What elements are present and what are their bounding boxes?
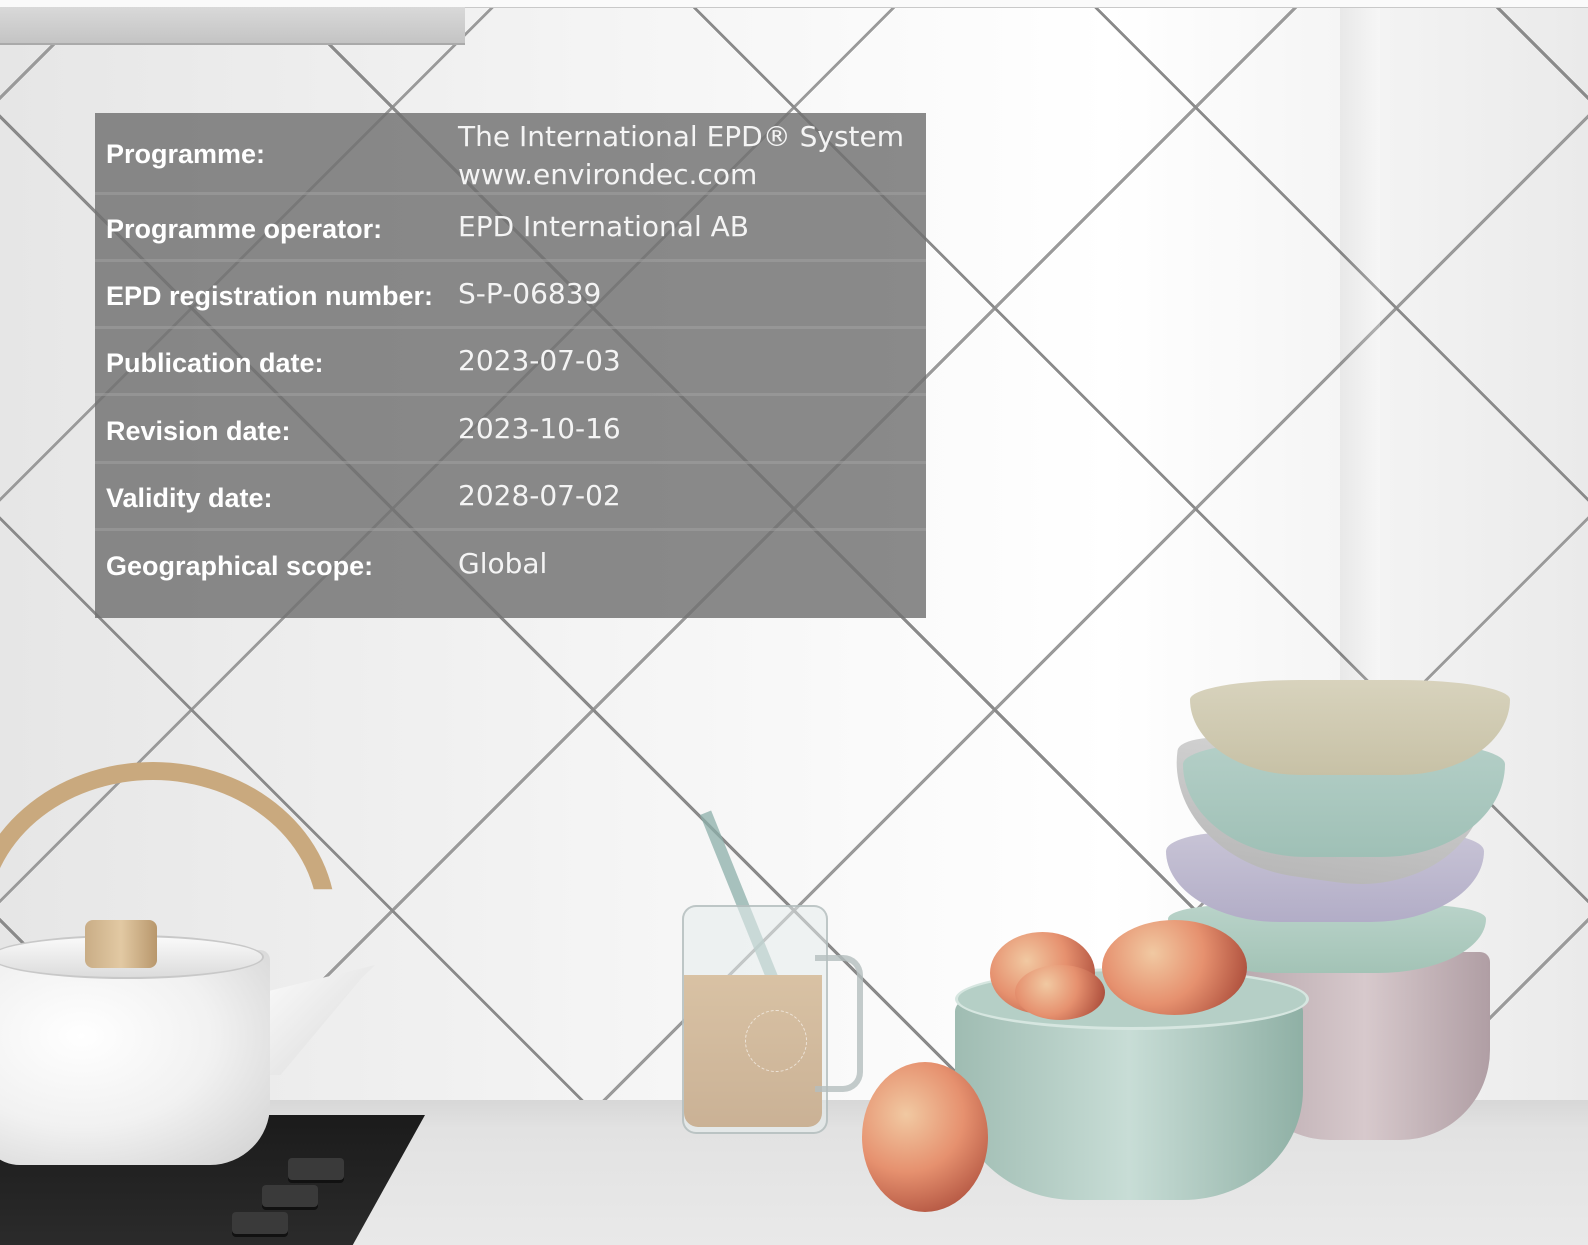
- ceiling-strip: [0, 0, 1588, 7]
- row-label: Validity date:: [106, 483, 273, 513]
- epd-row-registration-number: EPD registration number: S-P-06839: [95, 262, 926, 329]
- peach: [1102, 920, 1247, 1015]
- peach: [862, 1062, 988, 1212]
- row-value: 2028-07-02: [458, 479, 621, 512]
- row-value: S-P-06839: [458, 277, 602, 310]
- peach: [1015, 965, 1105, 1020]
- epd-row-programme-operator: Programme operator: EPD International AB: [95, 195, 926, 262]
- bowl-cream: [1190, 680, 1510, 775]
- jar-label-logo: [745, 1010, 807, 1072]
- row-label: Programme operator:: [106, 214, 383, 244]
- epd-info-panel: Programme: The International EPD® System…: [95, 113, 926, 618]
- row-value: 2023-07-03: [458, 344, 621, 377]
- epd-row-geographical-scope: Geographical scope: Global: [95, 531, 926, 618]
- cooktop-knob: [288, 1158, 344, 1180]
- epd-row-revision-date: Revision date: 2023-10-16: [95, 396, 926, 464]
- kettle: [0, 950, 270, 1165]
- row-label: Programme:: [106, 139, 266, 169]
- row-value: EPD International AB: [458, 210, 750, 243]
- row-label: Publication date:: [106, 348, 324, 378]
- jar-handle: [815, 955, 863, 1092]
- cooktop-knob: [232, 1212, 288, 1234]
- epd-row-validity-date: Validity date: 2028-07-02: [95, 464, 926, 531]
- row-value: The International EPD® System www.enviro…: [458, 120, 905, 191]
- row-value: Global: [458, 547, 548, 580]
- kettle-lid-knob: [85, 920, 157, 968]
- row-label: Geographical scope:: [106, 551, 374, 581]
- epd-row-publication-date: Publication date: 2023-07-03: [95, 329, 926, 396]
- row-value: 2023-10-16: [458, 412, 621, 445]
- range-hood: [0, 7, 465, 45]
- cooktop-knob: [262, 1185, 318, 1207]
- epd-row-programme: Programme: The International EPD® System…: [95, 113, 926, 195]
- row-label: EPD registration number:: [106, 281, 434, 311]
- row-label: Revision date:: [106, 416, 291, 446]
